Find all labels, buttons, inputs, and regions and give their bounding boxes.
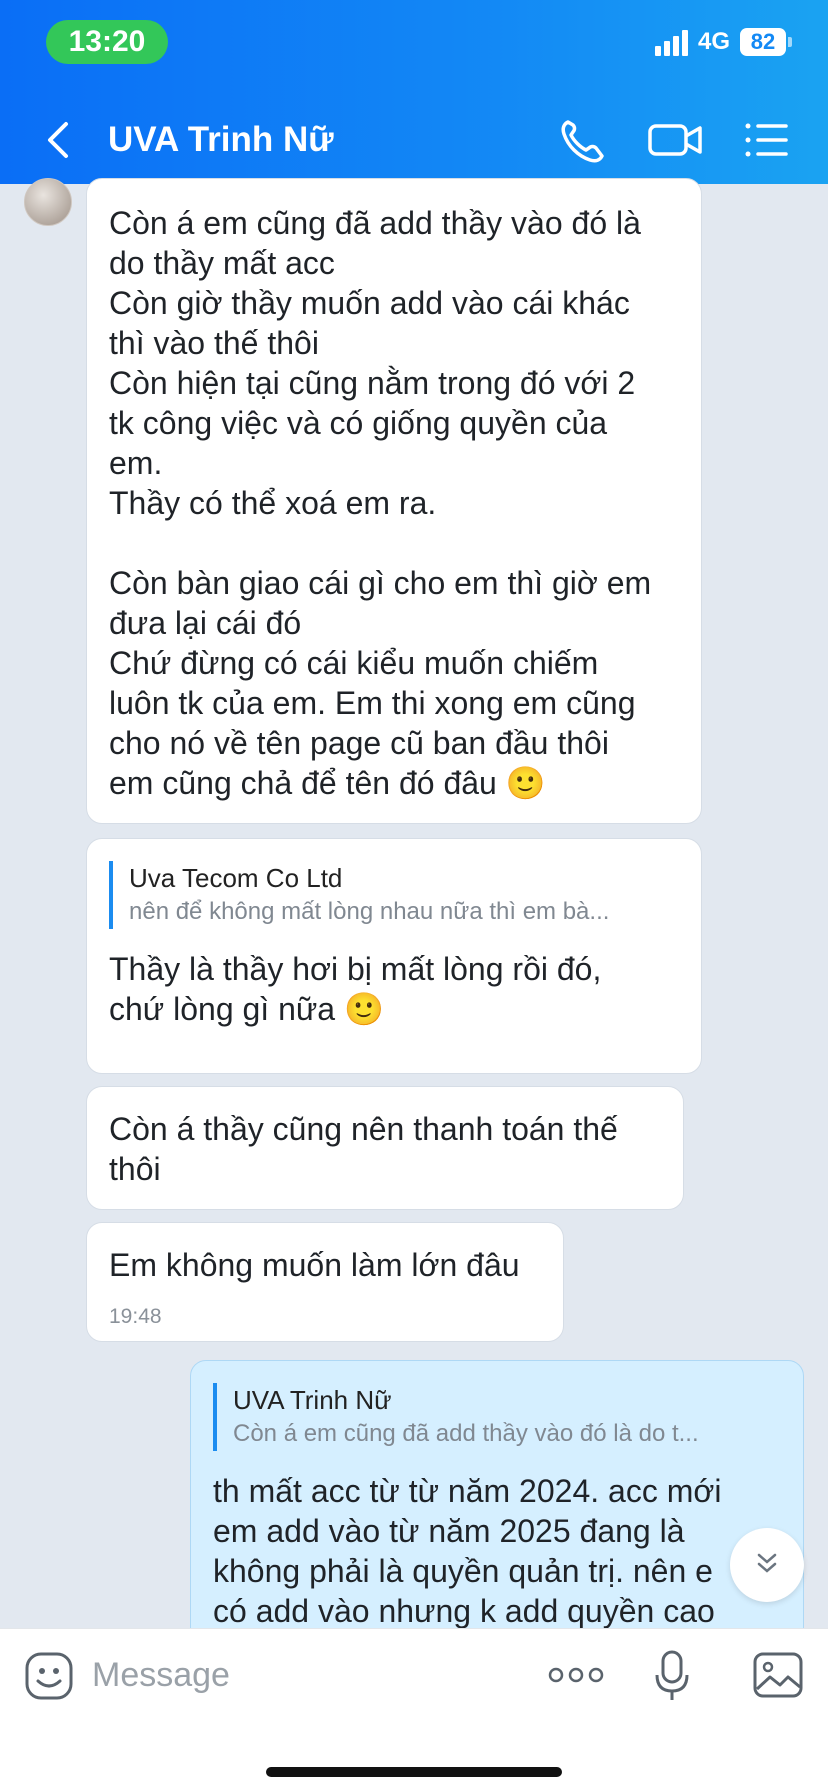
phone-icon[interactable] bbox=[556, 116, 612, 164]
sticker-icon[interactable] bbox=[24, 1651, 74, 1701]
message-text: Thầy là thầy hơi bị mất lòng rồi đó, chứ… bbox=[109, 951, 602, 1027]
status-time: 13:20 bbox=[46, 20, 168, 64]
message-bubble[interactable]: Còn á em cũng đã add thầy vào đó là do t… bbox=[86, 178, 702, 824]
video-camera-icon[interactable] bbox=[648, 116, 704, 164]
quote-author: UVA Trinh Nữ bbox=[233, 1385, 392, 1415]
image-gallery-icon[interactable] bbox=[752, 1651, 804, 1699]
message-text: Còn á thầy cũng nên thanh toán thế thôi bbox=[109, 1111, 618, 1187]
nav-bar: UVA Trinh Nữ bbox=[0, 100, 828, 180]
menu-list-icon[interactable] bbox=[742, 116, 798, 164]
message-bubble-reply[interactable]: Uva Tecom Co Ltd nên để không mất lòng n… bbox=[86, 838, 702, 1074]
message-text: Còn á em cũng đã add thầy vào đó là do t… bbox=[109, 205, 652, 801]
quoted-message[interactable]: Uva Tecom Co Ltd nên để không mất lòng n… bbox=[109, 861, 679, 929]
battery-icon: 82 bbox=[740, 28, 792, 56]
network-type: 4G bbox=[697, 28, 730, 55]
chevron-down-icon bbox=[753, 1549, 781, 1582]
status-icons: 4G 82 bbox=[654, 28, 792, 56]
contact-name[interactable]: UVA Trinh Nữ bbox=[108, 120, 334, 160]
scroll-down-button[interactable] bbox=[730, 1528, 804, 1602]
message-bubble[interactable]: Còn á thầy cũng nên thanh toán thế thôi bbox=[86, 1086, 684, 1210]
avatar[interactable] bbox=[24, 178, 72, 226]
quoted-message[interactable]: UVA Trinh Nữ Còn á em cũng đã add thầy v… bbox=[213, 1383, 781, 1451]
battery-level: 82 bbox=[740, 28, 786, 56]
message-input[interactable] bbox=[92, 1647, 512, 1703]
message-time: 19:48 bbox=[109, 1305, 162, 1328]
home-indicator bbox=[266, 1767, 562, 1777]
microphone-icon[interactable] bbox=[654, 1649, 690, 1703]
message-composer bbox=[0, 1628, 828, 1792]
back-arrow-icon[interactable] bbox=[40, 118, 80, 162]
message-bubble[interactable]: Em không muốn làm lớn đâu 19:48 bbox=[86, 1222, 564, 1342]
quote-author: Uva Tecom Co Ltd bbox=[129, 863, 343, 893]
message-text: Em không muốn làm lớn đâu bbox=[109, 1247, 520, 1283]
quote-preview: nên để không mất lòng nhau nữa thì em bà… bbox=[129, 898, 610, 925]
quote-preview: Còn á em cũng đã add thầy vào đó là do t… bbox=[233, 1420, 699, 1447]
message-text: th mất acc từ từ năm 2024. acc mới em ad… bbox=[213, 1473, 722, 1629]
more-options-icon[interactable] bbox=[548, 1663, 604, 1687]
chat-header: 13:20 4G 82 UVA Trinh Nữ bbox=[0, 0, 828, 184]
signal-icon bbox=[654, 28, 688, 56]
